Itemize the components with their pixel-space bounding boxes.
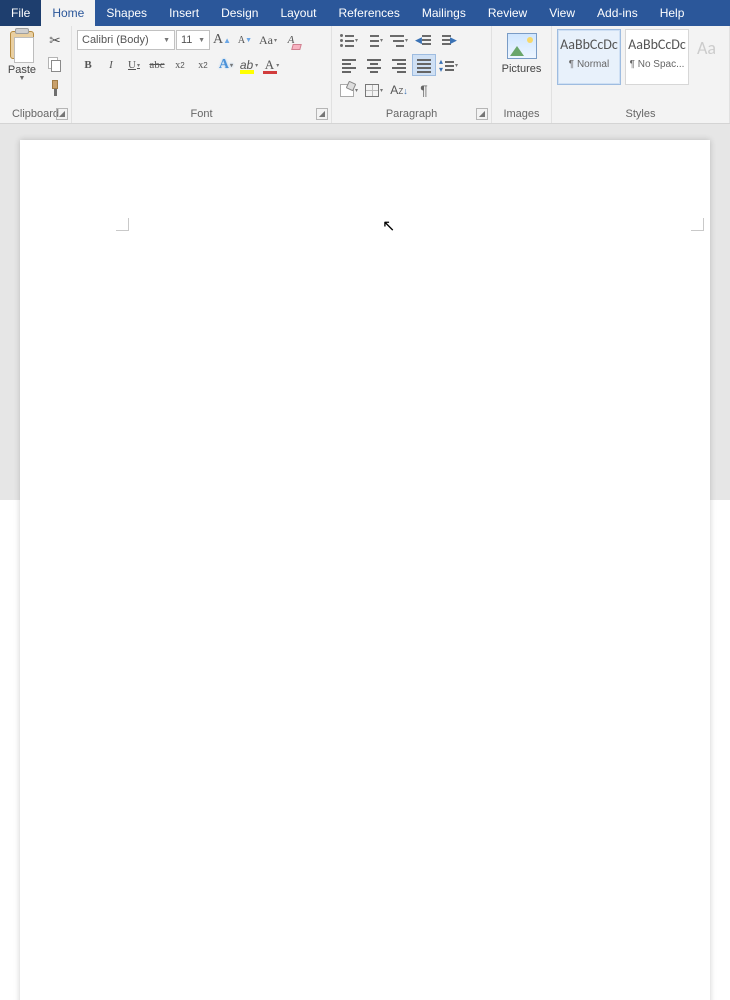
font-size-value: 11 [181,34,192,46]
copy-icon [48,57,62,71]
document-page[interactable] [20,140,710,1000]
font-size-combo[interactable]: 11 ▼ [176,30,210,50]
change-case-button[interactable]: Aa▾ [257,29,279,51]
tab-mailings[interactable]: Mailings [411,0,477,26]
increase-indent-icon: ▶ [442,34,456,46]
style-no-spacing[interactable]: AaBbCcDc ¶ No Spac... [625,29,689,85]
tab-help[interactable]: Help [649,0,696,26]
show-hide-button[interactable]: ¶ [412,79,436,101]
multilevel-list-button[interactable]: ▾ [387,29,411,51]
align-center-button[interactable] [362,54,386,76]
copy-button[interactable] [44,53,66,75]
font-dialog-launcher[interactable]: ◢ [316,108,328,120]
chevron-down-icon: ▼ [198,37,205,44]
font-name-combo[interactable]: Calibri (Body) ▼ [77,30,175,50]
style-name: ¶ Normal [569,59,609,70]
strikethrough-button[interactable]: abc [146,54,168,76]
tab-view[interactable]: View [538,0,586,26]
underline-button[interactable]: U▾ [123,54,145,76]
align-left-icon [342,59,356,71]
group-images: Pictures Images [492,26,552,123]
paragraph-dialog-launcher[interactable]: ◢ [476,108,488,120]
pictures-label: Pictures [502,63,542,75]
tab-file[interactable]: File [0,0,41,26]
tab-addins[interactable]: Add-ins [586,0,649,26]
clipboard-dialog-launcher[interactable]: ◢ [56,108,68,120]
chevron-down-icon: ▼ [163,37,170,44]
document-area[interactable]: ↖ [0,124,730,500]
group-paragraph: ▾ ▾ ▾ [332,26,492,123]
eraser-icon [291,44,302,50]
shrink-font-button[interactable]: A▼ [234,29,256,51]
style-normal[interactable]: AaBbCcDc ¶ Normal [557,29,621,85]
format-painter-button[interactable] [44,77,66,99]
tab-design[interactable]: Design [210,0,269,26]
line-spacing-button[interactable]: ▴▾▾ [437,54,461,76]
bold-button[interactable]: B [77,54,99,76]
group-clipboard: Paste ▼ ✂ Clipboard ◢ [0,26,72,123]
line-spacing-icon: ▴▾ [440,59,454,72]
grow-font-button[interactable]: A▲ [211,29,233,51]
decrease-indent-icon: ◀ [417,34,431,46]
pictures-button[interactable]: Pictures [497,29,546,75]
style-gallery[interactable]: AaBbCcDc ¶ Normal AaBbCcDc ¶ No Spac... … [557,29,718,85]
group-styles: AaBbCcDc ¶ Normal AaBbCcDc ¶ No Spac... … [552,26,730,123]
group-label-paragraph: Paragraph [337,107,486,122]
pictures-icon [507,33,537,59]
tab-home[interactable]: Home [41,0,95,26]
italic-button[interactable]: I [100,54,122,76]
group-label-styles: Styles [557,107,724,122]
font-color-button[interactable]: A▾ [261,54,283,76]
paintbrush-icon [48,80,62,96]
style-preview: AaBbCcDc [560,36,618,53]
justify-icon [417,59,431,71]
align-right-icon [392,59,406,71]
sort-button[interactable]: AZ↓ [387,79,411,101]
align-right-button[interactable] [387,54,411,76]
ribbon-tabstrip: File Home Shapes Insert Design Layout Re… [0,0,730,26]
tab-insert[interactable]: Insert [158,0,210,26]
bullets-button[interactable]: ▾ [337,29,361,51]
scissors-icon: ✂ [49,32,61,49]
increase-indent-button[interactable]: ▶ [437,29,461,51]
shading-icon [340,84,354,97]
ribbon: Paste ▼ ✂ Clipboard ◢ Calibri (Body) ▼ 11… [0,26,730,124]
shading-button[interactable]: ▾ [337,79,361,101]
subscript-button[interactable]: x2 [169,54,191,76]
sort-icon: AZ↓ [390,83,407,97]
chevron-down-icon: ▼ [19,76,26,82]
clear-formatting-button[interactable]: A [280,29,302,51]
font-name-value: Calibri (Body) [82,34,149,46]
text-effects-button[interactable]: A▾ [215,54,237,76]
cut-button[interactable]: ✂ [44,29,66,51]
paste-button[interactable]: Paste ▼ [5,29,39,82]
style-preview: AaBbCcDc [628,36,686,53]
paste-icon [8,31,36,63]
highlight-color-button[interactable]: ab▾ [238,54,260,76]
tab-layout[interactable]: Layout [269,0,327,26]
borders-icon [365,84,379,97]
numbering-icon [365,34,379,46]
margin-corner-icon [691,218,704,231]
style-heading-partial[interactable]: Aa [693,29,718,59]
align-center-icon [367,59,381,71]
tab-review[interactable]: Review [477,0,538,26]
decrease-indent-button[interactable]: ◀ [412,29,436,51]
align-left-button[interactable] [337,54,361,76]
borders-button[interactable]: ▾ [362,79,386,101]
superscript-button[interactable]: x2 [192,54,214,76]
numbering-button[interactable]: ▾ [362,29,386,51]
multilevel-icon [390,34,404,46]
group-label-font: Font [77,107,326,122]
pilcrow-icon: ¶ [420,82,428,98]
tab-shapes[interactable]: Shapes [95,0,158,26]
group-font: Calibri (Body) ▼ 11 ▼ A▲ A▼ Aa▾ A B I U▾ a… [72,26,332,123]
margin-corner-icon [116,218,129,231]
bullets-icon [340,34,354,46]
group-label-images: Images [497,107,546,122]
tab-references[interactable]: References [327,0,410,26]
style-name: ¶ No Spac... [630,59,685,70]
justify-button[interactable] [412,54,436,76]
